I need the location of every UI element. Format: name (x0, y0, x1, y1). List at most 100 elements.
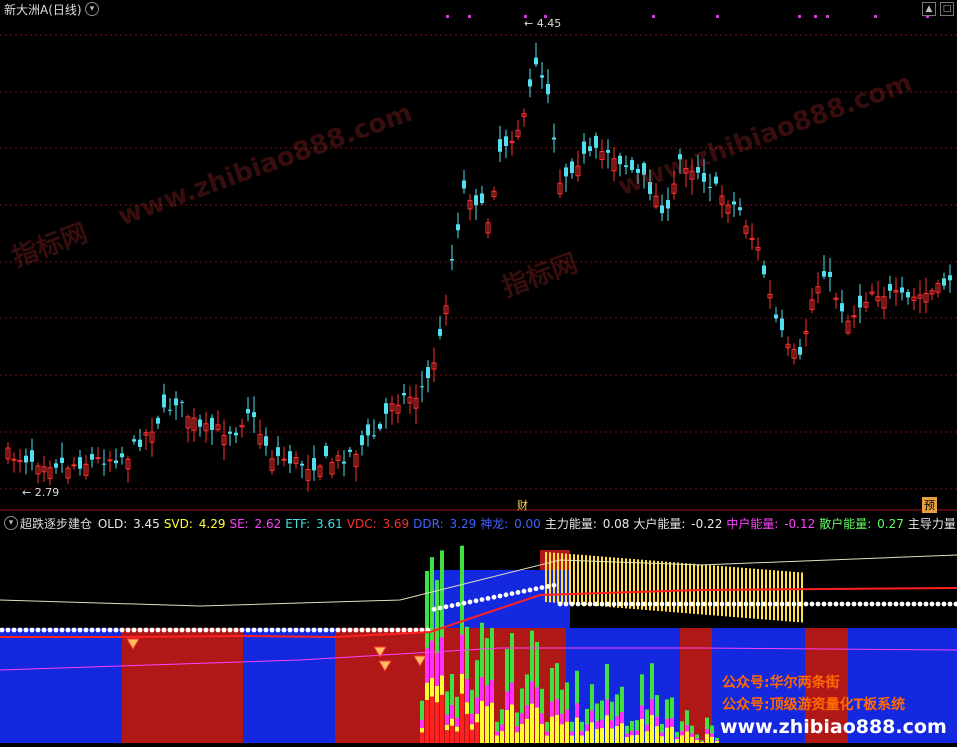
regime-block (122, 628, 243, 743)
candle-body (450, 259, 454, 261)
volume-bar (505, 710, 509, 743)
volume-bar (535, 687, 539, 708)
volume-bar (600, 728, 604, 743)
white-dot (731, 601, 737, 607)
chevron-down-icon[interactable]: ▾ (4, 516, 18, 530)
candle-body (71, 464, 77, 467)
indicator-value: -0.22 (691, 517, 723, 531)
white-dot (407, 627, 413, 633)
white-dot (953, 601, 957, 607)
volume-bar (465, 713, 469, 743)
volume-bar (440, 637, 444, 676)
white-dot (497, 593, 503, 599)
white-dot (605, 601, 611, 607)
yellow-stripe (589, 555, 591, 606)
yellow-stripe (569, 553, 571, 604)
candle-body (300, 463, 304, 466)
yellow-stripe (777, 570, 779, 621)
volume-bar (490, 679, 494, 703)
indicator-item: 主导力量: 0.27 (908, 517, 957, 531)
chevron-down-icon[interactable]: ▾ (85, 2, 99, 16)
white-dot (809, 601, 815, 607)
volume-bar (550, 701, 554, 717)
volume-bar (705, 729, 709, 735)
indicator-label: 主力能量: (544, 517, 597, 531)
candle-body (504, 136, 508, 147)
white-dot (683, 601, 689, 607)
volume-bar (590, 722, 594, 743)
candle-body (942, 278, 946, 286)
white-dot (797, 601, 803, 607)
volume-bar (675, 736, 679, 740)
high-price-label: ← 4.45 (524, 17, 562, 30)
indicator-label: SVD: (163, 517, 193, 531)
volume-bar (615, 716, 619, 726)
indicator-item: SE: 2.62 (229, 517, 283, 531)
white-dot (863, 601, 869, 607)
volume-bar (480, 676, 484, 701)
white-dot (185, 627, 191, 633)
yellow-stripe (721, 566, 723, 617)
candle-body (281, 458, 287, 461)
candle-body (210, 417, 214, 430)
candle-body (906, 291, 910, 298)
yellow-stripe (761, 569, 763, 620)
yellow-stripe (765, 569, 767, 620)
white-dot (323, 627, 329, 633)
indicator-value: 3.29 (449, 517, 477, 531)
white-dot (491, 594, 497, 600)
low-price-label: ← 2.79 (22, 486, 60, 499)
white-dot (947, 601, 953, 607)
volume-bar (655, 726, 659, 743)
candle-body (594, 135, 598, 148)
white-dot (191, 627, 197, 633)
white-dot (659, 601, 665, 607)
volume-bar (685, 731, 689, 743)
up-icon[interactable]: ▲ (922, 2, 936, 16)
white-dot (641, 601, 647, 607)
candle-body (156, 417, 160, 424)
candle-body (162, 394, 166, 408)
promo-line-3: www.zhibiao888.com (720, 716, 947, 738)
white-dot (77, 627, 83, 633)
white-dot (197, 627, 203, 633)
white-dot (329, 627, 335, 633)
candle-body (107, 459, 113, 462)
promo-line-2: 公众号:顶级游资量化T板系统 (722, 697, 906, 713)
volume-bar (620, 712, 624, 724)
candle-body (30, 450, 34, 462)
yellow-stripe (693, 563, 695, 614)
white-dot (263, 627, 269, 633)
volume-bar (470, 713, 474, 725)
candle-body (426, 367, 430, 379)
white-dot (299, 627, 305, 633)
white-dot (335, 627, 341, 633)
signal-dot (798, 15, 801, 18)
yellow-stripe (737, 567, 739, 618)
white-dot (557, 601, 563, 607)
white-dot (371, 627, 377, 633)
white-dot (881, 601, 887, 607)
indicator-label: 神龙: (480, 517, 509, 531)
cai-marker[interactable]: 财 (517, 497, 528, 513)
candle-body (264, 436, 268, 446)
volume-bar (450, 705, 454, 719)
white-dot (113, 627, 119, 633)
white-dot (155, 627, 161, 633)
white-dot (689, 601, 695, 607)
white-dot (833, 601, 839, 607)
white-dot (569, 601, 575, 607)
restore-icon[interactable]: □ (940, 2, 954, 16)
volume-bar (570, 735, 574, 743)
white-dot (749, 601, 755, 607)
white-dot (125, 627, 131, 633)
candle-body (312, 458, 316, 471)
indicator-value: 0.00 (514, 517, 541, 531)
white-dot (41, 627, 47, 633)
white-dot (551, 582, 557, 588)
white-dot (431, 606, 437, 612)
yu-marker[interactable]: 预 (922, 497, 937, 513)
indicator-value: -0.12 (784, 517, 816, 531)
white-dot (143, 627, 149, 633)
candle-body (198, 419, 202, 427)
